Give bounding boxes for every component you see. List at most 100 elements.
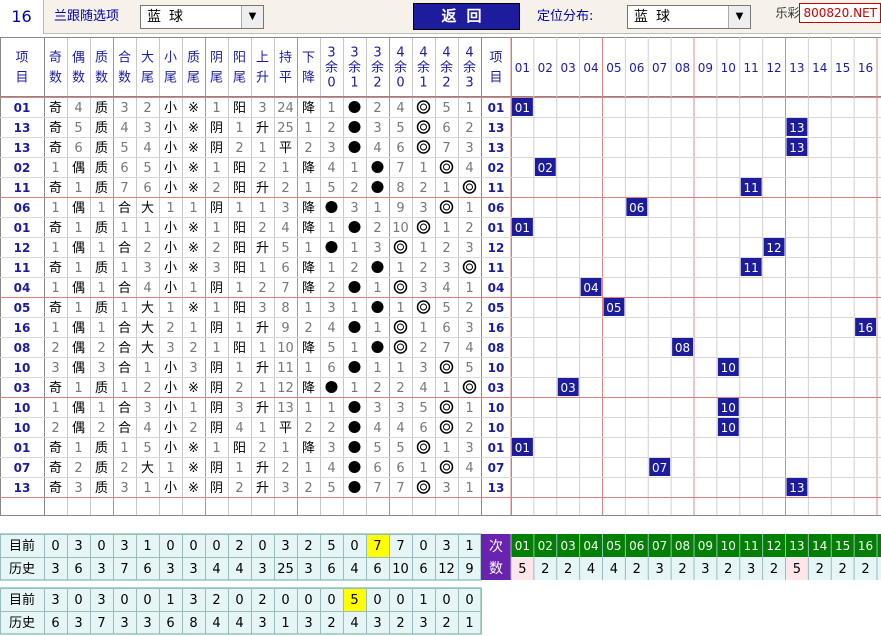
grid-cell: 11 — [14, 261, 31, 275]
grid-cell: 偶 — [72, 361, 85, 376]
grid-cell: 小 — [164, 121, 177, 136]
grid-cell: 1 — [74, 441, 82, 456]
times-label-top: 次 — [489, 539, 503, 555]
grid-cell: 3 — [442, 481, 450, 496]
grid-cell: 4 — [465, 461, 473, 476]
grid-cell: 升 — [256, 361, 269, 376]
grid-cell: 合 — [118, 341, 131, 356]
grid-cell: 01 — [14, 441, 31, 455]
grid-cell: 2 — [373, 221, 381, 236]
grid-cell: 奇 — [49, 440, 62, 456]
grid-cell: 1 — [235, 281, 243, 296]
grid-cell: 降 — [302, 281, 315, 296]
grid-cell: 合 — [118, 361, 131, 376]
number-header: 09 — [698, 61, 713, 75]
summary2-value: 3 — [189, 593, 197, 608]
grid-cell: 2 — [97, 341, 105, 356]
header-label: 尾 — [164, 71, 177, 86]
grid-cell: 3 — [189, 361, 197, 376]
grid-cell: 01 — [14, 221, 31, 235]
row-number-right: 11 — [488, 261, 505, 275]
grid-cell: 偶 — [72, 421, 85, 436]
hit-marker-inner — [443, 403, 450, 411]
grid-cell: 1 — [327, 101, 335, 116]
grid-cell: 1 — [396, 301, 404, 316]
grid-cell: 6 — [396, 141, 404, 156]
times-count: 2 — [541, 562, 549, 577]
summary1-value: 0 — [419, 539, 427, 554]
grid-cell: 2 — [74, 461, 82, 476]
drawn-number-label: 11 — [744, 261, 759, 275]
grid-cell: 7 — [442, 341, 450, 356]
grid-cell: 2 — [166, 321, 174, 336]
grid-cell: 阳 — [233, 261, 246, 276]
grid-cell: 5 — [120, 141, 128, 156]
grid-cell: 3 — [327, 301, 335, 316]
summary1-value: 0 — [350, 539, 358, 554]
times-count: 5 — [518, 562, 526, 577]
grid-cell: 7 — [373, 481, 381, 496]
number-header: 02 — [538, 61, 553, 75]
grid-cell: 2 — [465, 221, 473, 236]
summary2-value: 3 — [74, 616, 82, 631]
summary2-value: 3 — [97, 593, 105, 608]
grid-cell: 1 — [419, 321, 427, 336]
grid-cell: 奇 — [49, 140, 62, 156]
grid-cell: 阳 — [233, 441, 246, 456]
grid-cell: 2 — [281, 181, 289, 196]
grid-cell: 3 — [419, 281, 427, 296]
grid-cell: 阳 — [233, 181, 246, 196]
grid-cell: 偶 — [72, 321, 85, 336]
grid-cell: 1 — [120, 221, 128, 236]
number-header: 04 — [583, 61, 598, 75]
grid-cell: 阳 — [233, 301, 246, 316]
grid-cell: 2 — [419, 181, 427, 196]
grid-cell: 2 — [304, 321, 312, 336]
grid-cell: 2 — [327, 421, 335, 436]
grid-cell: 1 — [189, 401, 197, 416]
hit-marker — [416, 100, 431, 114]
times-count: 4 — [610, 562, 618, 577]
drawn-number-label: 04 — [583, 281, 598, 295]
grid-cell: 阴 — [210, 121, 223, 136]
summary1-value: 0 — [166, 539, 174, 554]
grid-cell: 1 — [143, 481, 151, 496]
grid-cell: 1 — [74, 301, 82, 316]
grid-cell: 降 — [302, 201, 315, 216]
grid-cell: 合 — [118, 241, 131, 256]
grid-cell: 奇 — [49, 300, 62, 316]
grid-cell: 奇 — [49, 120, 62, 136]
hit-marker — [348, 141, 361, 153]
hit-marker — [462, 380, 477, 394]
grid-cell: 3 — [465, 241, 473, 256]
grid-cell: 小 — [164, 101, 177, 116]
grid-cell: 升 — [256, 461, 269, 476]
grid-cell: 1 — [304, 361, 312, 376]
row-number-right: 10 — [488, 421, 505, 435]
grid-cell: 01 — [14, 101, 31, 115]
hit-marker-inner — [420, 483, 427, 491]
drawn-number-label: 10 — [721, 421, 736, 435]
grid-cell: 10 — [14, 421, 31, 435]
hit-marker-inner — [420, 143, 427, 151]
summary1-value: 3 — [189, 562, 197, 577]
hit-marker-inner — [443, 203, 450, 211]
grid-cell: 小 — [164, 281, 177, 296]
grid-cell: 升 — [256, 321, 269, 336]
hit-marker — [348, 121, 361, 133]
summary2-value: 2 — [258, 593, 266, 608]
summary1-value: 3 — [304, 562, 312, 577]
header-label: 目 — [489, 71, 502, 86]
lottery-analysis-window: 16 兰跟随选项 蓝球 ▼ 返回 定位分布: 蓝球 ▼ 乐彩 800820.NET 项… — [0, 0, 881, 636]
summary2-value: 3 — [258, 616, 266, 631]
grid-cell: 7 — [281, 281, 289, 296]
row-number-right: 05 — [488, 301, 505, 315]
grid-cell: 24 — [277, 101, 294, 116]
grid-cell: 4 — [419, 381, 427, 396]
summary2-value: 0 — [442, 593, 450, 608]
summary2-value: 4 — [350, 616, 358, 631]
summary1-value: 7 — [373, 539, 381, 554]
grid-cell: 5 — [327, 341, 335, 356]
grid-cell: 5 — [373, 441, 381, 456]
grid-cell: 3 — [350, 201, 358, 216]
